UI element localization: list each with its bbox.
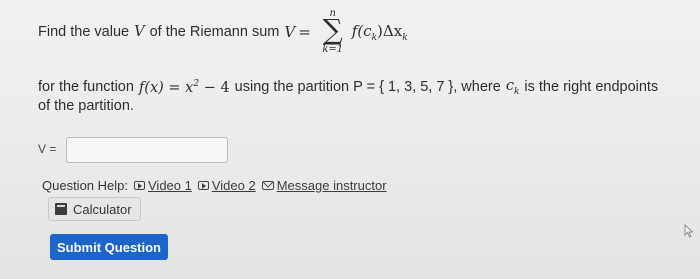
video-icon	[197, 181, 209, 190]
function-f: f(x) = x	[138, 79, 194, 96]
sum-lhs: V	[284, 23, 296, 41]
page: Find the value V of the Riemann sum V = …	[0, 0, 700, 279]
calculator-button[interactable]: Calculator	[48, 197, 141, 221]
var-v: V	[134, 24, 145, 40]
question-line-2: for the function f(x) = x2 − 4 using the…	[38, 78, 658, 97]
function-exponent: 2	[193, 79, 200, 90]
summand: f(ck)Δxk	[352, 22, 408, 43]
calculator-label: Calculator	[73, 201, 132, 217]
video-2-label: Video 2	[211, 178, 256, 193]
summand-sub-k2: k	[402, 32, 408, 43]
mouse-cursor-icon	[684, 224, 694, 238]
video-icon	[134, 181, 145, 190]
video-2-link[interactable]: Video 2	[197, 178, 256, 193]
line2-suffix: is the right endpoints	[524, 79, 659, 96]
sigma-symbol: ∑	[322, 13, 343, 46]
answer-label: V =	[38, 142, 57, 156]
function-rest: − 4	[203, 79, 230, 96]
envelope-icon	[261, 181, 274, 190]
message-instructor-label: Message instructor	[276, 178, 387, 193]
summand-delta: )Δx	[377, 21, 403, 40]
question-after-v: of the Riemann sum	[149, 24, 280, 40]
video-1-label: Video 1	[148, 178, 192, 193]
submit-question-button[interactable]: Submit Question	[50, 234, 168, 260]
function-def: f(x) = x2 − 4	[139, 79, 230, 96]
question-line-1: Find the value V of the Riemann sum V = …	[38, 8, 408, 55]
message-instructor-link[interactable]: Message instructor	[261, 178, 387, 193]
video-1-link[interactable]: Video 1	[134, 178, 192, 193]
c-sub: k	[513, 86, 520, 97]
question-prefix: Find the value	[38, 24, 130, 40]
summation: n ∑ k=1	[318, 8, 348, 55]
line2-mid: using the partition P = { 1, 3, 5, 7 }, …	[234, 79, 501, 96]
sum-equals: =	[298, 23, 311, 41]
question-help: Question Help: Video 1 Video 2 Message i…	[42, 178, 387, 193]
help-label: Question Help:	[42, 178, 128, 193]
c-k: ck	[506, 78, 520, 97]
line2-prefix: for the function	[38, 79, 134, 96]
question-line-3: of the partition.	[38, 98, 134, 114]
sum-lower-limit: k=1	[322, 44, 344, 55]
line3-text: of the partition.	[38, 98, 134, 114]
c-var: c	[505, 78, 514, 94]
calculator-icon	[55, 203, 67, 215]
summand-f: f(c	[351, 21, 372, 40]
answer-input[interactable]	[66, 137, 228, 163]
